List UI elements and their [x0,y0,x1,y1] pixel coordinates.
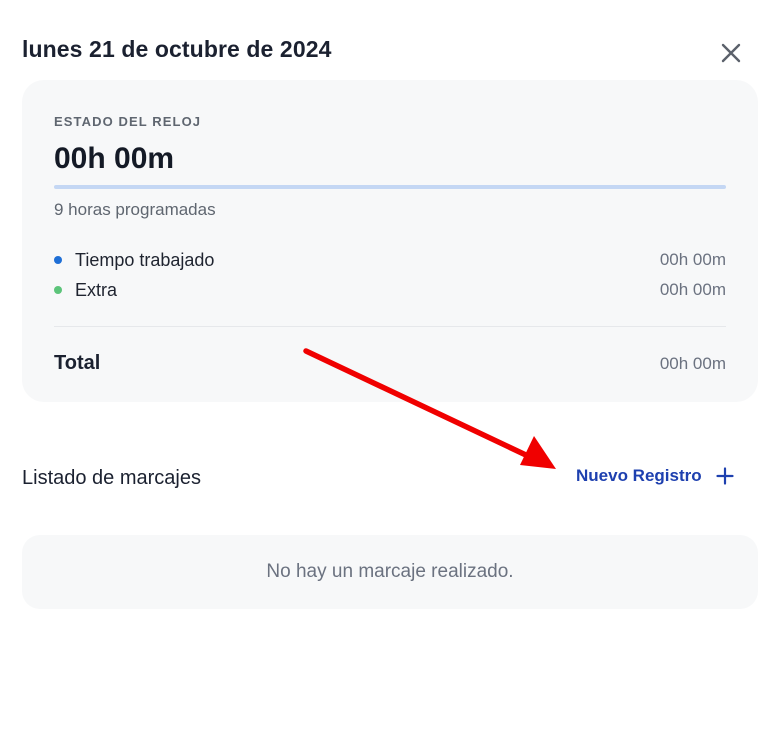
extra-time-dot [54,286,62,294]
close-icon [721,43,741,63]
new-record-label: Nuevo Registro [576,466,702,485]
extra-time-value: 00h 00m [659,280,726,299]
clock-time: 00h 00m [54,142,175,175]
scheduled-hours: 9 horas programadas [54,200,216,219]
total-row: Total 00h 00m [54,352,726,375]
worked-time-value: 00h 00m [659,250,726,269]
page-title: lunes 21 de octubre de 2024 [22,36,332,62]
divider [54,326,726,327]
extra-time-row: Extra 00h 00m [54,278,726,302]
clock-status-card: ESTADO DEL RELOJ 00h 00m 9 horas program… [22,80,758,402]
close-button[interactable] [714,36,748,70]
empty-message: No hay un marcaje realizado. [266,561,514,582]
empty-marks-card: No hay un marcaje realizado. [22,535,758,609]
clock-status-label: ESTADO DEL RELOJ [54,114,202,129]
extra-time-label: Extra [75,279,118,300]
marks-list-title: Listado de marcajes [22,467,201,489]
worked-time-label: Tiempo trabajado [75,249,215,270]
total-label: Total [54,352,101,374]
progress-bar [54,185,726,189]
total-value: 00h 00m [659,353,726,373]
worked-time-dot [54,256,62,264]
time-record-dialog: lunes 21 de octubre de 2024 ESTADO DEL R… [0,0,778,734]
new-record-button[interactable]: Nuevo Registro [576,466,734,486]
worked-time-row: Tiempo trabajado 00h 00m [54,248,726,272]
plus-icon [716,467,734,485]
